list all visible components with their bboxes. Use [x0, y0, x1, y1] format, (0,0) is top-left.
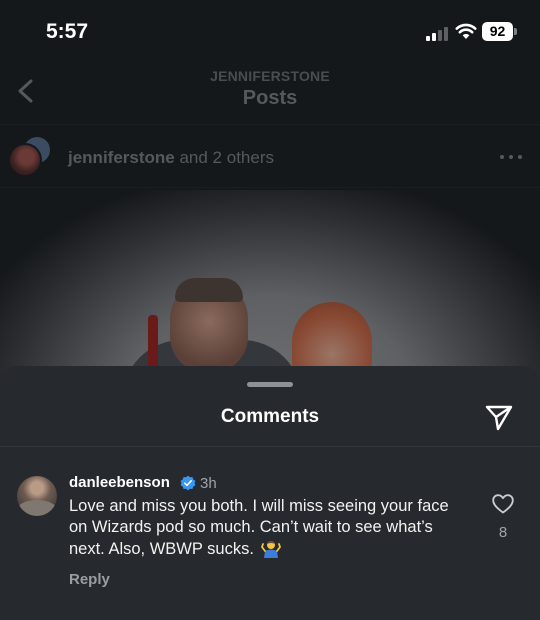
comments-sheet: Comments danleebenson 3h Love and miss y… [0, 366, 540, 620]
commenter-avatar[interactable] [17, 476, 57, 516]
more-horizontal-icon[interactable] [500, 155, 524, 161]
post-author-suffix: and 2 others [174, 148, 274, 167]
battery-nub [514, 28, 517, 35]
post-header: jenniferstone and 2 others [0, 124, 540, 188]
signal-icon [426, 27, 452, 41]
reply-button[interactable]: Reply [69, 571, 110, 588]
commenter-avatar-shirt [17, 500, 57, 516]
comment-text: Love and miss you both. I will miss seei… [69, 497, 449, 558]
heart-icon[interactable] [492, 494, 514, 514]
comment-time: 3h [200, 475, 217, 492]
comment-item: danleebenson 3h Love and miss you both. … [0, 472, 540, 602]
author-avatar-stack[interactable] [8, 135, 54, 181]
photo-man-hair [175, 278, 243, 302]
nav-title: Posts [242, 87, 298, 109]
sheet-divider [0, 446, 540, 447]
post-author-username[interactable]: jenniferstone [68, 148, 175, 167]
battery-icon: 92 [482, 22, 513, 41]
comment-username[interactable]: danleebenson [69, 474, 170, 491]
author-avatar [8, 143, 42, 177]
status-time: 5:57 [46, 20, 89, 43]
nav-username: JENNIFERSTONE [210, 68, 330, 84]
post-author[interactable]: jenniferstone and 2 others [68, 148, 274, 168]
wifi-icon [455, 23, 477, 39]
person-shrugging-emoji-icon [260, 541, 281, 558]
send-icon[interactable] [484, 404, 514, 432]
nav-bar: JENNIFERSTONE Posts [0, 60, 540, 122]
post-image [0, 190, 540, 390]
sheet-grabber[interactable] [247, 382, 293, 387]
comment-body: Love and miss you both. I will miss seei… [69, 496, 469, 560]
comments-title: Comments [220, 406, 320, 427]
status-bar: 5:57 92 [0, 0, 540, 60]
like-count: 8 [498, 524, 508, 541]
verified-badge-icon [180, 475, 196, 491]
